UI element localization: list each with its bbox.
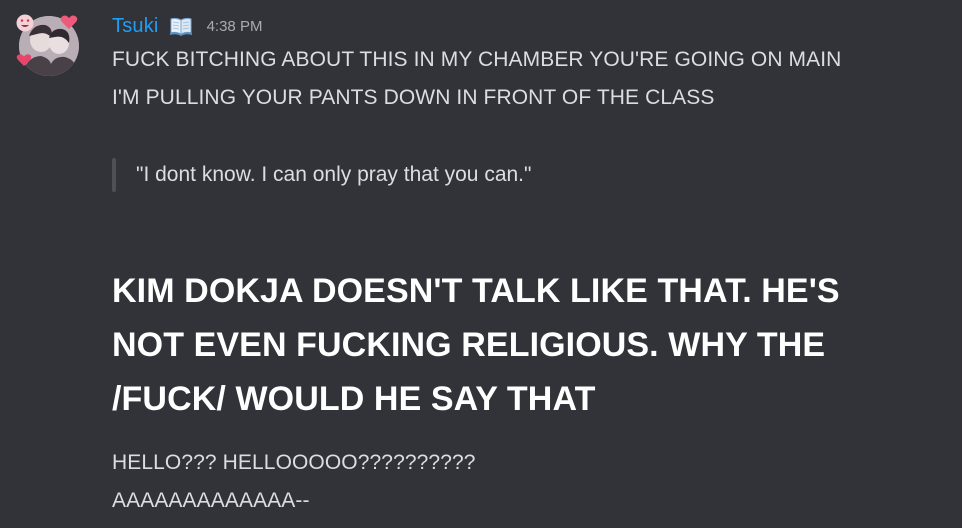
user-avatar[interactable] [16,14,80,78]
message-text-line: I'M PULLING YOUR PANTS DOWN IN FRONT OF … [112,86,715,109]
message-timestamp[interactable]: 4:38 PM [207,18,263,35]
chat-message: Tsuki 4:38 PM FUCK BITCHING ABOUT THIS I… [0,0,962,528]
heading-line: /FUCK/ WOULD HE SAY THAT [112,380,596,418]
message-text-line: FUCK BITCHING ABOUT THIS IN MY CHAMBER Y… [112,48,842,71]
heart-icon [60,15,78,29]
quote-text: "I dont know. I can only pray that you c… [136,163,532,186]
heart-eyes-emoji-icon [16,14,34,32]
heart-icon [16,54,32,66]
heading-line: NOT EVEN FUCKING RELIGIOUS. WHY THE [112,326,826,364]
heading-line: KIM DOKJA DOESN'T TALK LIKE THAT. HE'S [112,272,840,310]
block-quote: "I dont know. I can only pray that you c… [112,158,531,192]
quote-bar [112,158,116,192]
open-book-icon [169,17,192,36]
message-text-line: HELLO??? HELLOOOOO?????????? [112,451,476,474]
message-heading: KIM DOKJA DOESN'T TALK LIKE THAT. HE'S N… [112,264,912,426]
message-header: Tsuki 4:38 PM [112,13,262,39]
message-text-line: AAAAAAAAAAAAA-- [112,489,310,512]
username[interactable]: Tsuki [112,15,159,38]
